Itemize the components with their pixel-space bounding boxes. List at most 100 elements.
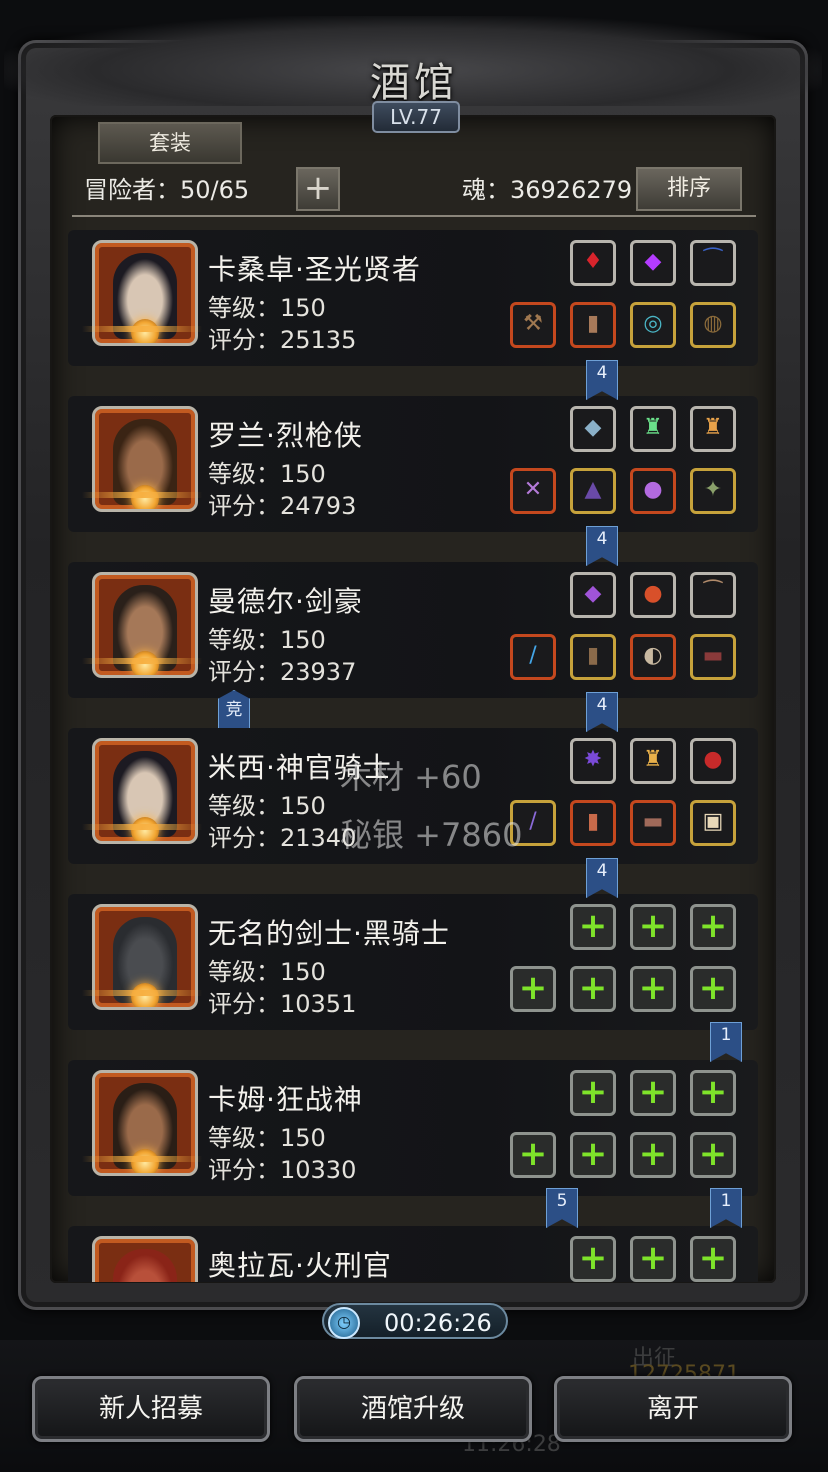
upgrade-tavern-button[interactable]: 酒馆升级 (294, 1376, 532, 1442)
equipment-item-icon: ♦ (583, 249, 603, 274)
equipment-slot[interactable]: ♦ (570, 240, 616, 286)
equipment-slot[interactable]: ▮ (570, 302, 616, 348)
hero-score: 评分：24793 (208, 492, 357, 520)
equipment-slot[interactable]: ▬ (690, 634, 736, 680)
page-title: 酒馆 (370, 60, 458, 106)
equipment-slot[interactable]: ✕ (510, 468, 556, 514)
empty-equip-slot[interactable]: + (690, 1236, 736, 1282)
equipment-item-icon: ♜ (703, 415, 723, 440)
rank-emblem-icon (131, 817, 159, 841)
hero-card[interactable]: 奥拉瓦·火刑官 + + + (68, 1226, 758, 1282)
hero-level: 等级：150 (208, 1124, 326, 1152)
header-divider (72, 215, 756, 217)
equipment-slot[interactable]: ◆ (570, 572, 616, 618)
equipment-slot[interactable]: ♜ (630, 738, 676, 784)
leave-button[interactable]: 离开 (554, 1376, 792, 1442)
star-count-ribbon: 4 (586, 526, 618, 566)
equipment-item-icon: ▮ (586, 643, 600, 668)
equipment-slot[interactable]: ◍ (690, 302, 736, 348)
hero-score: 评分：25135 (208, 326, 357, 354)
equipment-item-icon: ▬ (642, 809, 664, 834)
equipment-slot[interactable]: ✸ (570, 738, 616, 784)
equipment-slot[interactable]: ⁀ (690, 240, 736, 286)
equipment-slot[interactable]: ⁀ (690, 572, 736, 618)
mithril-gain-popup: 秘银 +7860 (340, 816, 523, 854)
arena-badge: 竞 (218, 690, 250, 730)
empty-equip-slot[interactable]: + (570, 904, 616, 950)
equipment-slot[interactable]: ◐ (630, 634, 676, 680)
equipment-item-icon: ◆ (644, 249, 662, 274)
empty-equip-slot[interactable]: + (630, 966, 676, 1012)
equipment-slot[interactable]: ▮ (570, 800, 616, 846)
equipment-item-icon: ◆ (584, 581, 602, 606)
hero-card[interactable]: 无名的剑士·黑骑士 等级：150 评分：10351 + + + + + + + (68, 894, 758, 1030)
equipment-slot[interactable]: ▣ (690, 800, 736, 846)
refresh-timer: ◷ 00:26:26 (322, 1303, 508, 1339)
empty-equip-slot[interactable]: + (570, 1070, 616, 1116)
portrait-glow (82, 492, 202, 498)
empty-equip-slot[interactable]: + (630, 1070, 676, 1116)
hero-score: 评分：10330 (208, 1156, 357, 1184)
recruit-button[interactable]: 新人招募 (32, 1376, 270, 1442)
equipment-slot[interactable]: ◎ (630, 302, 676, 348)
empty-equip-slot[interactable]: + (510, 1132, 556, 1178)
add-equipment-icon: + (638, 906, 668, 946)
wood-gain-popup: 木材 +60 (340, 758, 482, 796)
equipment-slot[interactable]: ▮ (570, 634, 616, 680)
equipment-slot[interactable]: ◆ (570, 406, 616, 452)
hero-card[interactable]: 卡姆·狂战神 等级：150 评分：10330 + + + + + + + (68, 1060, 758, 1196)
equipment-slot[interactable]: ▬ (630, 800, 676, 846)
empty-equip-slot[interactable]: + (690, 1132, 736, 1178)
empty-equip-slot[interactable]: + (690, 1070, 736, 1116)
add-equipment-icon: + (578, 906, 608, 946)
add-equipment-icon: + (518, 968, 548, 1008)
hero-card[interactable]: 罗兰·烈枪侠 等级：150 评分：24793 ◆ ♜ ♜ ✕ ▲ ● ✦ (68, 396, 758, 532)
hero-portrait[interactable] (92, 1236, 198, 1282)
equipment-slot[interactable]: ◆ (630, 240, 676, 286)
empty-equip-slot[interactable]: + (690, 966, 736, 1012)
equipment-slot[interactable]: / (510, 634, 556, 680)
empty-equip-slot[interactable]: + (630, 1236, 676, 1282)
portrait-glow (82, 1156, 202, 1162)
empty-equip-slot[interactable]: + (570, 966, 616, 1012)
rank-emblem-icon (131, 651, 159, 675)
equipment-slot[interactable]: ♜ (690, 406, 736, 452)
equipment-slot[interactable]: ● (630, 572, 676, 618)
empty-equip-slot[interactable]: + (630, 1132, 676, 1178)
equipment-item-icon: ▮ (586, 311, 600, 336)
add-equipment-icon: + (638, 1238, 668, 1278)
sort-button[interactable]: 排序 (636, 167, 742, 211)
hero-card[interactable]: 曼德尔·剑豪 等级：150 评分：23937 ◆ ● ⁀ / ▮ ◐ ▬ 竞 (68, 562, 758, 730)
equipment-slot[interactable]: ⚒ (510, 302, 556, 348)
add-equipment-icon: + (578, 1238, 608, 1278)
equipment-slot[interactable]: ♜ (630, 406, 676, 452)
equipment-item-icon: ♜ (643, 747, 663, 772)
equipment-item-icon: ⁀ (704, 581, 722, 606)
equipment-item-icon: ▣ (702, 809, 724, 834)
empty-equip-slot[interactable]: + (570, 1132, 616, 1178)
adventurer-count: 冒险者：50/65 (84, 176, 250, 204)
suit-button[interactable]: 套装 (98, 122, 242, 164)
star-count-ribbon: 4 (586, 360, 618, 400)
hero-card[interactable]: 卡桑卓·圣光贤者 等级：150 评分：25135 ♦ ◆ ⁀ ⚒ ▮ ◎ ◍ (68, 230, 758, 366)
hero-name: 曼德尔·剑豪 (208, 585, 363, 618)
empty-equip-slot[interactable]: + (510, 966, 556, 1012)
equipment-slot[interactable]: ✦ (690, 468, 736, 514)
timer-value: 00:26:26 (384, 1309, 492, 1337)
equipment-slot[interactable]: ● (630, 468, 676, 514)
hero-level: 等级：150 (208, 294, 326, 322)
rank-emblem-icon (131, 319, 159, 343)
equipment-item-icon: ▬ (702, 643, 724, 668)
equipment-item-icon: ♜ (643, 415, 663, 440)
equipment-slot[interactable]: ● (690, 738, 736, 784)
empty-equip-slot[interactable]: + (570, 1236, 616, 1282)
star-count-ribbon: 1 (710, 1188, 742, 1228)
equipment-item-icon: ⁀ (704, 249, 722, 274)
empty-equip-slot[interactable]: + (630, 904, 676, 950)
soul-count: 魂：36926279 (462, 176, 633, 204)
equipment-slot[interactable]: ▲ (570, 468, 616, 514)
add-slot-button[interactable]: + (296, 167, 340, 211)
portrait-glow (82, 824, 202, 830)
empty-equip-slot[interactable]: + (690, 904, 736, 950)
hero-face (113, 1249, 177, 1282)
